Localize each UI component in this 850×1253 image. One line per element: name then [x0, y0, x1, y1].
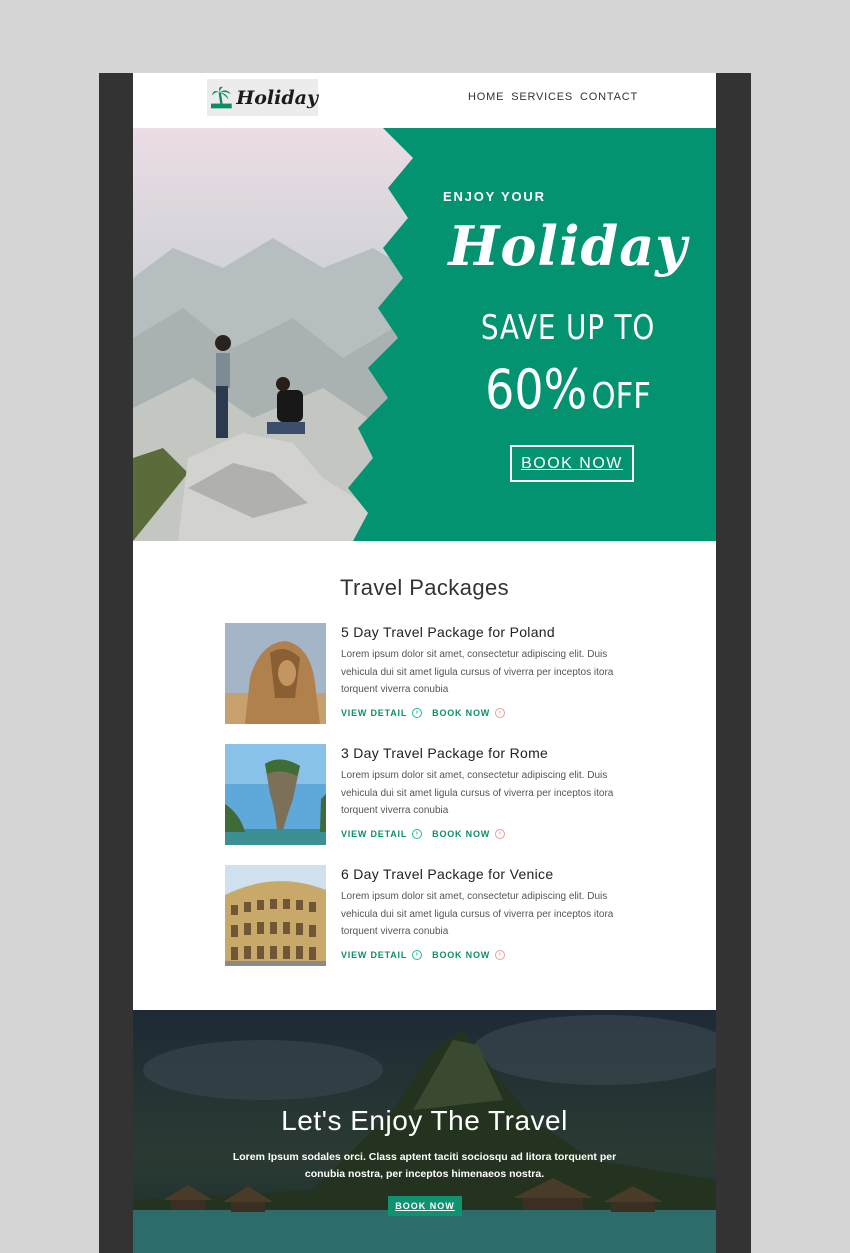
colosseum-photo[interactable]: [225, 865, 326, 966]
package-details: 3 Day Travel Package for Rome Lorem ipsu…: [341, 744, 641, 839]
package-actions: VIEW DETAIL › BOOK NOW ›: [341, 828, 641, 839]
hero-save-line: SAVE UP TO: [480, 308, 656, 348]
hero-off: OFF: [591, 376, 651, 417]
package-card: 3 Day Travel Package for Rome Lorem ipsu…: [225, 744, 645, 845]
package-title[interactable]: 5 Day Travel Package for Poland: [341, 624, 641, 640]
hero-book-now-button[interactable]: BOOK NOW: [510, 445, 634, 482]
travel-banner: Let's Enjoy The Travel Lorem Ipsum sodal…: [133, 1010, 716, 1253]
arrow-circle-icon: ›: [412, 828, 423, 839]
book-now-label: BOOK NOW: [432, 707, 491, 718]
package-card: 5 Day Travel Package for Poland Lorem ip…: [225, 623, 645, 724]
packages-title: Travel Packages: [339, 575, 510, 600]
package-details: 5 Day Travel Package for Poland Lorem ip…: [341, 623, 641, 718]
nav-contact[interactable]: CONTACT: [580, 91, 638, 103]
view-detail-link[interactable]: VIEW DETAIL ›: [341, 707, 423, 718]
sphinx-photo[interactable]: [225, 623, 326, 724]
package-description: Lorem ipsum dolor sit amet, consectetur …: [341, 770, 614, 816]
logo[interactable]: Holiday: [207, 79, 318, 116]
arrow-circle-icon: ›: [412, 949, 423, 960]
arrow-circle-icon: ›: [495, 707, 506, 718]
main-nav: HOME SERVICES CONTACT: [468, 91, 638, 103]
banner-title: Let's Enjoy The Travel: [281, 1105, 568, 1136]
palm-tree-icon: [211, 86, 232, 108]
package-actions: VIEW DETAIL › BOOK NOW ›: [341, 949, 641, 960]
book-now-label: BOOK NOW: [432, 828, 491, 839]
logo-text: Holiday: [236, 86, 318, 109]
banner-text: Lorem Ipsum sodales orci. Class aptent t…: [232, 1151, 617, 1180]
package-title[interactable]: 6 Day Travel Package for Venice: [341, 866, 641, 882]
package-description: Lorem ipsum dolor sit amet, consectetur …: [341, 649, 614, 695]
view-detail-link[interactable]: VIEW DETAIL ›: [341, 828, 423, 839]
package-title[interactable]: 3 Day Travel Package for Rome: [341, 745, 641, 761]
hero-script-title: Holiday: [448, 214, 688, 278]
hero-percent: 60%: [485, 358, 588, 421]
book-now-link[interactable]: BOOK NOW ›: [432, 949, 506, 960]
nav-services[interactable]: SERVICES: [511, 91, 573, 103]
package-actions: VIEW DETAIL › BOOK NOW ›: [341, 707, 641, 718]
rock-island-photo[interactable]: [225, 744, 326, 845]
hero-banner: ENJOY YOUR Holiday SAVE UP TO 60% OFF BO…: [133, 128, 716, 541]
email-body: Holiday HOME SERVICES CONTACT ENJOY YOUR…: [133, 73, 716, 1253]
hero-discount: 60% OFF: [445, 358, 692, 421]
hero-copy: ENJOY YOUR Holiday SAVE UP TO 60% OFF BO…: [383, 128, 716, 541]
view-detail-label: VIEW DETAIL: [341, 949, 408, 960]
banner-book-now-button[interactable]: BOOK NOW: [388, 1196, 462, 1216]
view-detail-link[interactable]: VIEW DETAIL ›: [341, 949, 423, 960]
hero-eyebrow: ENJOY YOUR: [443, 189, 546, 204]
package-description: Lorem ipsum dolor sit amet, consectetur …: [341, 891, 614, 937]
arrow-circle-icon: ›: [495, 828, 506, 839]
email-header: Holiday HOME SERVICES CONTACT: [133, 73, 716, 128]
view-detail-label: VIEW DETAIL: [341, 707, 408, 718]
book-now-link[interactable]: BOOK NOW ›: [432, 707, 506, 718]
arrow-circle-icon: ›: [495, 949, 506, 960]
arrow-circle-icon: ›: [412, 707, 423, 718]
book-now-label: BOOK NOW: [432, 949, 491, 960]
package-card: 6 Day Travel Package for Venice Lorem ip…: [225, 865, 645, 966]
nav-home[interactable]: HOME: [468, 91, 504, 103]
package-details: 6 Day Travel Package for Venice Lorem ip…: [341, 865, 641, 960]
book-now-link[interactable]: BOOK NOW ›: [432, 828, 506, 839]
view-detail-label: VIEW DETAIL: [341, 828, 408, 839]
